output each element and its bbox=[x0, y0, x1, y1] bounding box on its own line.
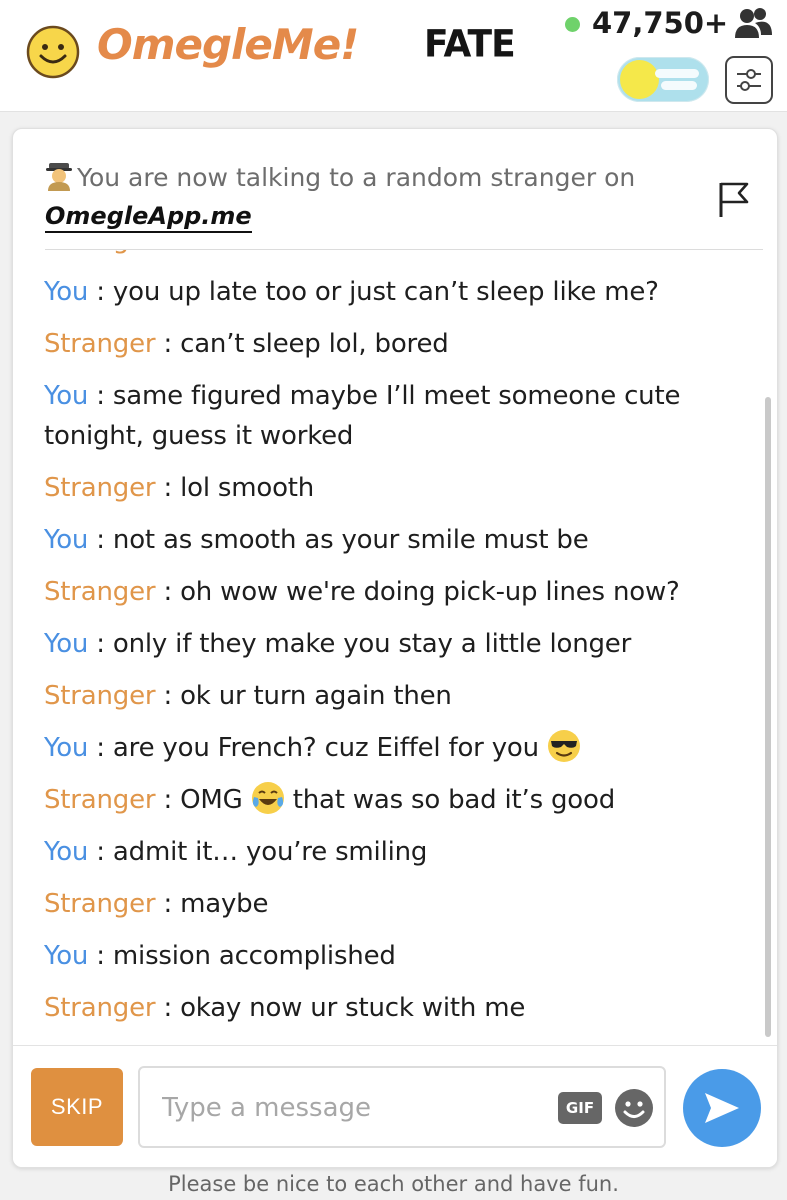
chat-message: You : are you French? cuz Eiffel for you bbox=[44, 728, 744, 768]
message-text: lol smooth bbox=[180, 473, 315, 503]
cloud-stripe bbox=[661, 81, 697, 90]
chat-scrollbar[interactable] bbox=[765, 397, 771, 1037]
chat-message: Stranger : okay now ur stuck with me bbox=[44, 993, 526, 1023]
message-text: only if they make you stay a little long… bbox=[112, 629, 632, 659]
chat-message: Stranger : ok ur turn again then bbox=[44, 681, 452, 711]
sender-you: You bbox=[44, 941, 89, 971]
chat-message: You : you up late too or just can’t slee… bbox=[44, 277, 659, 307]
smiley-face-icon bbox=[26, 25, 80, 79]
sender-stranger: Stranger bbox=[44, 250, 156, 255]
sender-stranger: Stranger bbox=[44, 473, 156, 503]
sender-stranger: Stranger bbox=[44, 681, 156, 711]
message-text: not as smooth as your smile must be bbox=[112, 525, 589, 555]
message-text: hi! bbox=[180, 250, 214, 255]
chat-panel: You are now talking to a random stranger… bbox=[12, 128, 778, 1168]
chat-message: Stranger : hi! bbox=[44, 250, 744, 260]
sender-stranger: Stranger bbox=[44, 329, 156, 359]
message-box: GIF bbox=[138, 1066, 666, 1148]
chat-message: You : same figured maybe I’ll meet someo… bbox=[44, 381, 681, 451]
online-count: 47,750+ bbox=[592, 6, 729, 40]
chat-intro: You are now talking to a random stranger… bbox=[45, 159, 635, 235]
message-text: ok ur turn again then bbox=[180, 681, 452, 711]
message-text: okay now ur stuck with me bbox=[180, 993, 526, 1023]
settings-button[interactable] bbox=[725, 56, 773, 104]
site-link[interactable]: OmegleApp.me bbox=[45, 201, 252, 233]
users-icon bbox=[735, 8, 772, 38]
message-list: Stranger : hi! You : you up late too or j… bbox=[44, 250, 744, 1040]
cloud-stripe bbox=[655, 69, 699, 78]
emoji-picker-icon[interactable] bbox=[614, 1088, 654, 1128]
sender-you: You bbox=[44, 629, 89, 659]
fate-label: FATE bbox=[424, 22, 516, 67]
message-text: admit it… you’re smiling bbox=[112, 837, 428, 867]
online-status-dot bbox=[565, 17, 580, 32]
gif-button[interactable]: GIF bbox=[558, 1092, 602, 1124]
top-header: OmegleMe! FATE 47,750+ bbox=[0, 0, 787, 112]
message-text: are you French? cuz Eiffel for you bbox=[112, 733, 539, 763]
message-text: you up late too or just can’t sleep like… bbox=[112, 277, 659, 307]
sender-you: You bbox=[44, 837, 89, 867]
chat-message: Stranger : OMG that was so bad it’s good bbox=[44, 780, 744, 820]
chat-message: You : only if they make you stay a littl… bbox=[44, 629, 632, 659]
sender-you: You bbox=[44, 277, 89, 307]
sender-stranger: Stranger bbox=[44, 577, 156, 607]
message-log[interactable]: Stranger : hi! You : you up late too or j… bbox=[13, 250, 763, 1040]
detective-icon bbox=[46, 163, 72, 191]
skip-button[interactable]: SKIP bbox=[31, 1068, 123, 1146]
tears-of-joy-emoji bbox=[251, 781, 285, 815]
theme-toggle[interactable] bbox=[617, 57, 709, 102]
message-text: can’t sleep lol, bored bbox=[180, 329, 449, 359]
intro-text: You are now talking to a random stranger… bbox=[77, 163, 636, 192]
sunglasses-emoji bbox=[547, 729, 581, 763]
sender-you: You bbox=[44, 381, 89, 411]
chat-message: Stranger : lol smooth bbox=[44, 473, 315, 503]
chat-message: You : mission accomplished bbox=[44, 941, 396, 971]
chat-message: Stranger : oh wow we're doing pick-up li… bbox=[44, 577, 680, 607]
logo-text[interactable]: OmegleMe! bbox=[97, 20, 359, 69]
message-text: OMG bbox=[180, 785, 243, 815]
chat-message: Stranger : maybe bbox=[44, 889, 269, 919]
message-text: same figured maybe I’ll meet someone cut… bbox=[44, 381, 681, 451]
input-bar: SKIP GIF bbox=[13, 1045, 777, 1167]
sender-you: You bbox=[44, 733, 89, 763]
chat-message: Stranger : can’t sleep lol, bored bbox=[44, 329, 449, 359]
sun-toggle-icon bbox=[620, 60, 659, 99]
report-flag-icon[interactable] bbox=[715, 179, 751, 219]
send-icon bbox=[705, 1093, 739, 1123]
message-text: mission accomplished bbox=[112, 941, 396, 971]
chat-message: You : admit it… you’re smiling bbox=[44, 837, 428, 867]
message-text: that was so bad it’s good bbox=[292, 785, 616, 815]
message-text: maybe bbox=[180, 889, 269, 919]
message-input[interactable] bbox=[162, 1088, 542, 1128]
sender-you: You bbox=[44, 525, 89, 555]
message-text: oh wow we're doing pick-up lines now? bbox=[180, 577, 680, 607]
sender-stranger: Stranger bbox=[44, 889, 156, 919]
sender-stranger: Stranger bbox=[44, 785, 156, 815]
footer-note: Please be nice to each other and have fu… bbox=[168, 1172, 619, 1196]
send-button[interactable] bbox=[683, 1069, 761, 1147]
sender-stranger: Stranger bbox=[44, 993, 156, 1023]
chat-message: You : not as smooth as your smile must b… bbox=[44, 525, 589, 555]
sliders-icon bbox=[737, 69, 761, 91]
